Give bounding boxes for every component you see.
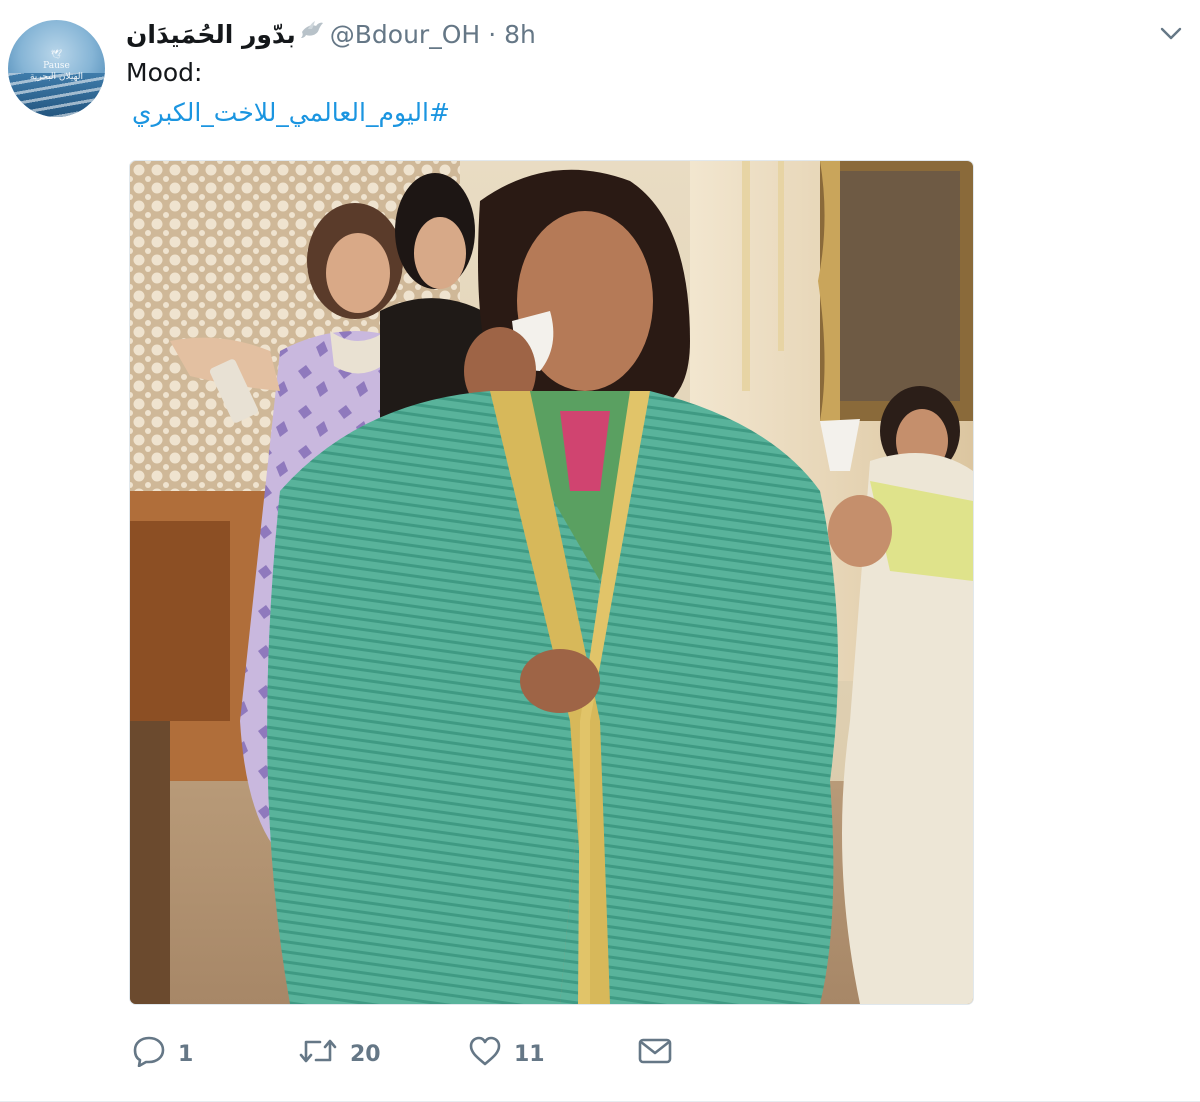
avatar-caption: 🕊 Pause الهيلان البحرية	[29, 50, 83, 82]
tweet-header: بدّور الحُمَيدَان @Bdour_OH · 8h	[126, 14, 536, 54]
retweet-button[interactable]: 20	[298, 1032, 381, 1076]
reply-icon	[132, 1035, 166, 1073]
reply-button[interactable]: 1	[132, 1032, 193, 1076]
hashtag-link[interactable]: #اليوم_العالمي_للاخت_الكبري	[132, 98, 450, 127]
like-button[interactable]: 11	[468, 1032, 545, 1076]
user-handle[interactable]: @Bdour_OH	[330, 20, 480, 49]
tweet-photo[interactable]	[129, 160, 974, 1005]
separator-dot: ·	[488, 19, 497, 49]
tweet-text: Mood:	[126, 58, 203, 87]
direct-message-button[interactable]	[638, 1032, 672, 1076]
tweet-timestamp[interactable]: 8h	[504, 20, 536, 49]
retweet-count: 20	[350, 1041, 381, 1067]
heart-icon	[468, 1036, 502, 1072]
photo-illustration	[130, 161, 973, 1004]
display-name[interactable]: بدّور الحُمَيدَان	[126, 20, 296, 49]
envelope-icon	[638, 1037, 672, 1071]
retweet-icon	[298, 1036, 338, 1072]
like-count: 11	[514, 1041, 545, 1067]
dove-icon	[300, 20, 324, 48]
tweet-card[interactable]: 🕊 Pause الهيلان البحرية بدّور الحُمَيدَا…	[0, 0, 1200, 1102]
chevron-down-icon[interactable]	[1156, 22, 1186, 46]
profile-avatar[interactable]: 🕊 Pause الهيلان البحرية	[8, 20, 105, 117]
reply-count: 1	[178, 1041, 194, 1067]
